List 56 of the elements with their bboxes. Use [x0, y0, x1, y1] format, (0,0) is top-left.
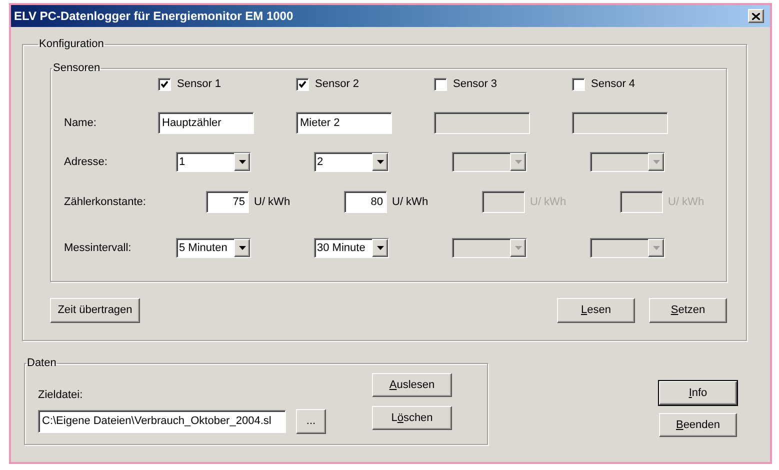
dropdown[interactable]: 1 [176, 152, 251, 172]
caret-icon [376, 246, 384, 250]
input-field[interactable] [482, 191, 525, 213]
input-field[interactable] [434, 112, 530, 134]
button[interactable]: Lesen [557, 298, 635, 323]
button[interactable]: Beenden [659, 413, 737, 437]
checkbox-label[interactable]: Sensor 3 [453, 76, 498, 92]
input-field[interactable]: 80 [344, 191, 387, 213]
button[interactable]: Zeit übertragen [50, 298, 140, 323]
caret-icon [652, 160, 660, 164]
dropdown[interactable] [590, 152, 665, 172]
field-label: Name: [64, 116, 96, 131]
dropdown[interactable] [452, 238, 527, 258]
field-label: Adresse: [64, 154, 108, 170]
checkbox[interactable] [572, 78, 585, 90]
group-title: Konfiguration [38, 38, 105, 50]
caret-icon [238, 246, 246, 250]
dropdown[interactable]: 2 [314, 152, 389, 172]
close-button[interactable] [748, 9, 764, 23]
button[interactable]: ... [296, 408, 326, 434]
group-title: Daten [26, 357, 58, 369]
button[interactable]: Info [659, 381, 737, 405]
button[interactable]: Setzen [649, 298, 727, 323]
dropdown[interactable]: 5 Minuten [176, 238, 251, 258]
caret-icon [376, 160, 384, 164]
field-label: Zählerkonstante: [64, 194, 146, 210]
input-field[interactable]: C:\Eigene Dateien\Verbrauch_Oktober_2004.sl [38, 410, 286, 432]
dropdown[interactable] [590, 238, 665, 258]
caret-icon [514, 160, 522, 164]
button[interactable]: Löschen [372, 406, 452, 430]
checkbox[interactable] [434, 78, 447, 90]
checkbox[interactable] [296, 78, 309, 90]
caret-icon [652, 246, 660, 250]
field-label: Zieldatei: [38, 388, 83, 403]
input-field[interactable]: Hauptzähler [158, 112, 254, 134]
group-title: Sensoren [52, 62, 102, 74]
close-icon [752, 12, 760, 20]
window-title: ELV PC-Datenlogger für Energiemonitor EM 1000 [14, 8, 294, 25]
input-field[interactable]: 75 [206, 191, 249, 213]
dropdown[interactable]: 30 Minute [314, 238, 389, 258]
checkbox-label[interactable]: Sensor 2 [315, 76, 360, 92]
checkbox-label[interactable]: Sensor 4 [591, 76, 636, 92]
caret-icon [514, 246, 522, 250]
check-icon [299, 80, 306, 88]
checkbox-label[interactable]: Sensor 1 [177, 76, 222, 92]
unit-label: U/ kWh [392, 194, 428, 210]
input-field[interactable] [620, 191, 663, 213]
input-field[interactable] [572, 112, 668, 134]
caret-icon [238, 160, 246, 164]
unit-label: U/ kWh [254, 194, 290, 210]
field-label: Messintervall: [64, 240, 132, 256]
button[interactable]: Auslesen [372, 373, 452, 397]
input-field[interactable]: Mieter 2 [296, 112, 392, 134]
dropdown[interactable] [452, 152, 527, 172]
checkbox[interactable] [158, 78, 171, 90]
check-icon [161, 80, 168, 88]
